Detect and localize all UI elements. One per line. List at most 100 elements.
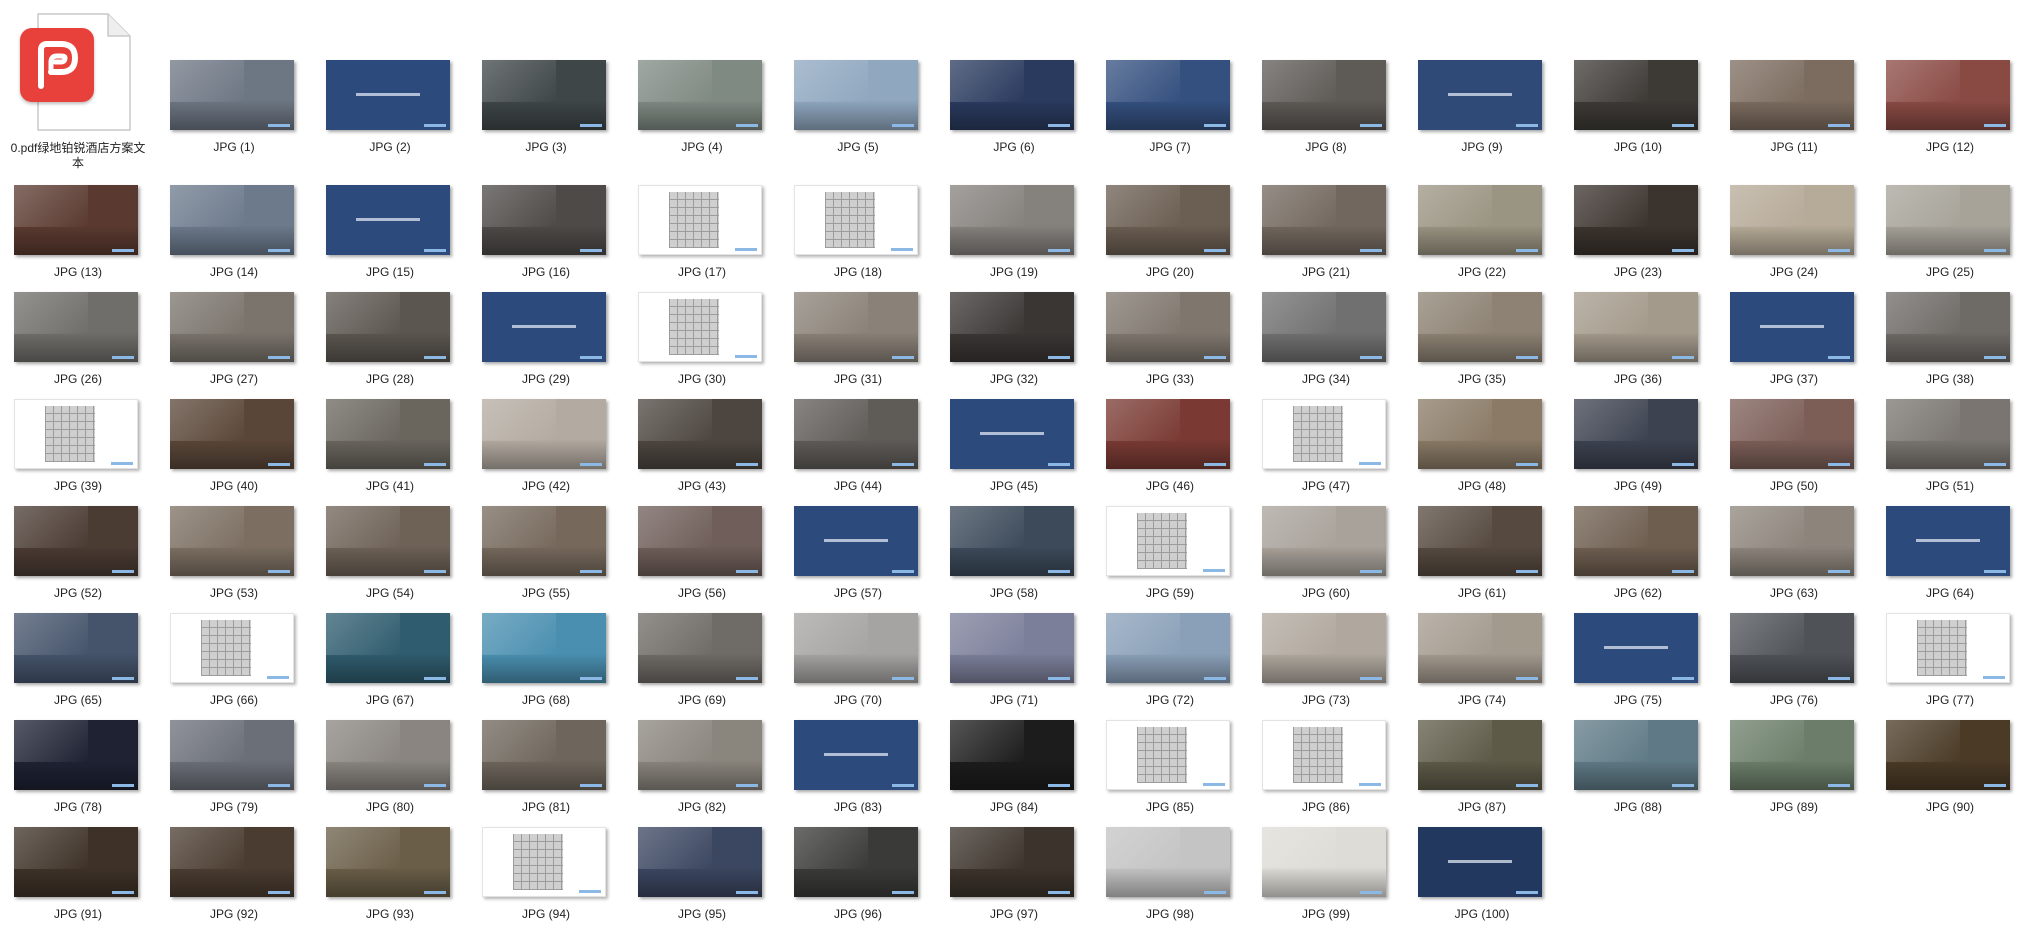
file-item-jpg[interactable]: JPG (64) (1872, 506, 2028, 616)
file-item-jpg[interactable]: JPG (30) (624, 292, 780, 402)
file-item-jpg[interactable]: JPG (20) (1092, 185, 1248, 295)
file-item-jpg[interactable]: JPG (83) (780, 720, 936, 830)
file-item-jpg[interactable]: JPG (58) (936, 506, 1092, 616)
file-item-jpg[interactable]: JPG (86) (1248, 720, 1404, 830)
file-item-jpg[interactable]: JPG (21) (1248, 185, 1404, 295)
file-item-jpg[interactable]: JPG (96) (780, 827, 936, 937)
file-item-jpg[interactable]: JPG (33) (1092, 292, 1248, 402)
file-item-jpg[interactable]: JPG (66) (156, 613, 312, 723)
file-item-jpg[interactable]: JPG (71) (936, 613, 1092, 723)
file-item-jpg[interactable]: JPG (19) (936, 185, 1092, 295)
file-item-jpg[interactable]: JPG (34) (1248, 292, 1404, 402)
file-item-jpg[interactable]: JPG (50) (1716, 399, 1872, 509)
file-item-jpg[interactable]: JPG (72) (1092, 613, 1248, 723)
file-item-jpg[interactable]: JPG (13) (0, 185, 156, 295)
file-item-jpg[interactable]: JPG (62) (1560, 506, 1716, 616)
file-item-jpg[interactable]: JPG (97) (936, 827, 1092, 937)
file-item-jpg[interactable]: JPG (94) (468, 827, 624, 937)
file-item-jpg[interactable]: JPG (90) (1872, 720, 2028, 830)
file-item-jpg[interactable]: JPG (52) (0, 506, 156, 616)
file-item-jpg[interactable]: JPG (6) (936, 60, 1092, 170)
file-item-jpg[interactable]: JPG (68) (468, 613, 624, 723)
file-item-jpg[interactable]: JPG (7) (1092, 60, 1248, 170)
file-item-jpg[interactable]: JPG (8) (1248, 60, 1404, 170)
file-item-jpg[interactable]: JPG (39) (0, 399, 156, 509)
file-item-jpg[interactable]: JPG (1) (156, 60, 312, 170)
file-item-jpg[interactable]: JPG (43) (624, 399, 780, 509)
file-item-jpg[interactable]: JPG (80) (312, 720, 468, 830)
file-item-jpg[interactable]: JPG (45) (936, 399, 1092, 509)
file-item-jpg[interactable]: JPG (78) (0, 720, 156, 830)
file-item-jpg[interactable]: JPG (79) (156, 720, 312, 830)
file-item-jpg[interactable]: JPG (51) (1872, 399, 2028, 509)
file-item-jpg[interactable]: JPG (29) (468, 292, 624, 402)
file-item-jpg[interactable]: JPG (10) (1560, 60, 1716, 170)
file-item-jpg[interactable]: JPG (15) (312, 185, 468, 295)
file-item-jpg[interactable]: JPG (46) (1092, 399, 1248, 509)
file-item-jpg[interactable]: JPG (99) (1248, 827, 1404, 937)
file-item-jpg[interactable]: JPG (32) (936, 292, 1092, 402)
file-item-jpg[interactable]: JPG (3) (468, 60, 624, 170)
file-item-jpg[interactable]: JPG (24) (1716, 185, 1872, 295)
file-item-jpg[interactable]: JPG (77) (1872, 613, 2028, 723)
file-item-jpg[interactable]: JPG (55) (468, 506, 624, 616)
file-item-jpg[interactable]: JPG (54) (312, 506, 468, 616)
file-item-jpg[interactable]: JPG (59) (1092, 506, 1248, 616)
file-item-jpg[interactable]: JPG (5) (780, 60, 936, 170)
file-item-jpg[interactable]: JPG (41) (312, 399, 468, 509)
file-item-jpg[interactable]: JPG (17) (624, 185, 780, 295)
file-item-jpg[interactable]: JPG (44) (780, 399, 936, 509)
file-item-jpg[interactable]: JPG (98) (1092, 827, 1248, 937)
file-item-jpg[interactable]: JPG (11) (1716, 60, 1872, 170)
file-item-jpg[interactable]: JPG (4) (624, 60, 780, 170)
file-item-jpg[interactable]: JPG (88) (1560, 720, 1716, 830)
file-item-jpg[interactable]: JPG (87) (1404, 720, 1560, 830)
file-item-jpg[interactable]: JPG (48) (1404, 399, 1560, 509)
file-item-jpg[interactable]: JPG (14) (156, 185, 312, 295)
file-item-jpg[interactable]: JPG (2) (312, 60, 468, 170)
file-item-jpg[interactable]: JPG (65) (0, 613, 156, 723)
file-item-jpg[interactable]: JPG (27) (156, 292, 312, 402)
file-item-jpg[interactable]: JPG (18) (780, 185, 936, 295)
file-item-jpg[interactable]: JPG (9) (1404, 60, 1560, 170)
file-item-jpg[interactable]: JPG (75) (1560, 613, 1716, 723)
file-item-jpg[interactable]: JPG (81) (468, 720, 624, 830)
file-item-jpg[interactable]: JPG (91) (0, 827, 156, 937)
file-item-jpg[interactable]: JPG (74) (1404, 613, 1560, 723)
file-item-jpg[interactable]: JPG (53) (156, 506, 312, 616)
file-item-jpg[interactable]: JPG (69) (624, 613, 780, 723)
file-item-jpg[interactable]: JPG (95) (624, 827, 780, 937)
file-item-jpg[interactable]: JPG (28) (312, 292, 468, 402)
file-item-jpg[interactable]: JPG (76) (1716, 613, 1872, 723)
file-item-jpg[interactable]: JPG (47) (1248, 399, 1404, 509)
file-item-jpg[interactable]: JPG (93) (312, 827, 468, 937)
file-item-jpg[interactable]: JPG (12) (1872, 60, 2028, 170)
file-item-jpg[interactable]: JPG (60) (1248, 506, 1404, 616)
file-item-jpg[interactable]: JPG (100) (1404, 827, 1560, 937)
file-item-jpg[interactable]: JPG (57) (780, 506, 936, 616)
file-item-jpg[interactable]: JPG (67) (312, 613, 468, 723)
file-item-jpg[interactable]: JPG (22) (1404, 185, 1560, 295)
file-item-jpg[interactable]: JPG (73) (1248, 613, 1404, 723)
file-item-jpg[interactable]: JPG (92) (156, 827, 312, 937)
file-item-jpg[interactable]: JPG (82) (624, 720, 780, 830)
file-item-jpg[interactable]: JPG (35) (1404, 292, 1560, 402)
file-item-jpg[interactable]: JPG (38) (1872, 292, 2028, 402)
file-item-jpg[interactable]: JPG (89) (1716, 720, 1872, 830)
file-item-pdf[interactable]: 0.pdf绿地铂锐酒店方案文本 (8, 8, 148, 178)
file-item-jpg[interactable]: JPG (70) (780, 613, 936, 723)
file-item-jpg[interactable]: JPG (85) (1092, 720, 1248, 830)
file-item-jpg[interactable]: JPG (36) (1560, 292, 1716, 402)
file-item-jpg[interactable]: JPG (16) (468, 185, 624, 295)
file-item-jpg[interactable]: JPG (84) (936, 720, 1092, 830)
file-item-jpg[interactable]: JPG (23) (1560, 185, 1716, 295)
file-item-jpg[interactable]: JPG (49) (1560, 399, 1716, 509)
file-item-jpg[interactable]: JPG (37) (1716, 292, 1872, 402)
file-item-jpg[interactable]: JPG (40) (156, 399, 312, 509)
file-item-jpg[interactable]: JPG (63) (1716, 506, 1872, 616)
file-item-jpg[interactable]: JPG (42) (468, 399, 624, 509)
file-item-jpg[interactable]: JPG (26) (0, 292, 156, 402)
file-item-jpg[interactable]: JPG (61) (1404, 506, 1560, 616)
file-item-jpg[interactable]: JPG (56) (624, 506, 780, 616)
file-item-jpg[interactable]: JPG (31) (780, 292, 936, 402)
